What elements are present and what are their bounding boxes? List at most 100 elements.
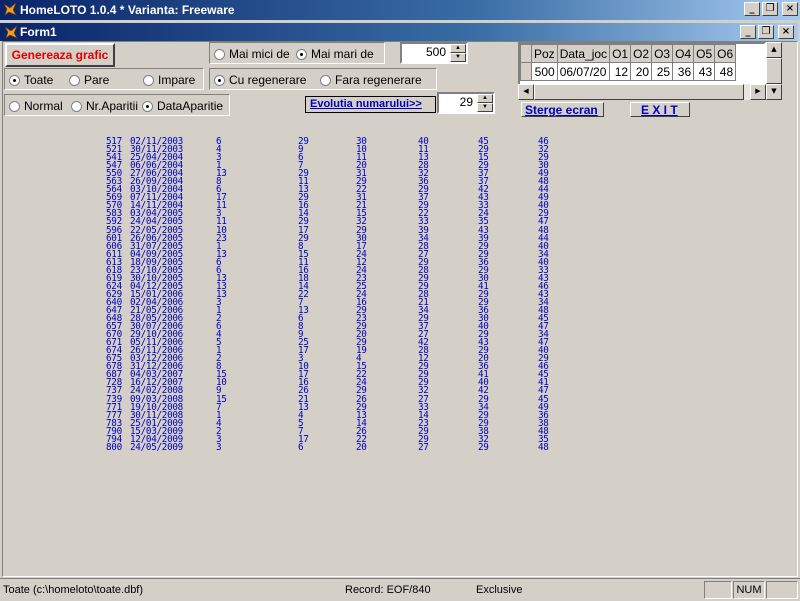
status-cap-indicator (704, 581, 732, 599)
grid-cell[interactable]: 48 (714, 62, 737, 81)
radio-count-dot[interactable] (71, 100, 82, 112)
compare-value[interactable]: 500 (426, 45, 446, 59)
number-value[interactable]: 29 (460, 95, 473, 109)
form-logo-icon (4, 25, 18, 39)
grid-horizontal-scrollbar[interactable]: ◀ ▶ (518, 84, 766, 100)
radio-normal[interactable]: Normal (9, 99, 63, 113)
draw-number: 800 (106, 441, 122, 453)
number-spinner[interactable]: 29 ▲ ▼ (437, 92, 495, 114)
radio-even-dot[interactable] (69, 74, 80, 86)
radio-less-label: Mai mici de (229, 47, 290, 61)
grid-col-o4[interactable]: O4 (672, 44, 695, 63)
grid-col-date[interactable]: Data_joc (556, 44, 611, 63)
evolution-button-label: Evolutia numarului>> (310, 98, 422, 110)
generate-chart-button[interactable]: Genereaza grafic (5, 43, 115, 67)
draws-grid-table: Poz Data_joc O1 O2 O3 O4 O5 O6 500 06/07… (520, 44, 737, 81)
radio-without-regen[interactable]: Fara regenerare (320, 73, 422, 87)
app-logo-icon (3, 2, 17, 16)
draw-ball-3: 20 (356, 441, 367, 453)
status-num-indicator: NUM (733, 581, 765, 599)
form-title: Form1 (20, 25, 57, 39)
app-title: HomeLOTO 1.0.4 * Varianta: Freeware (20, 3, 235, 17)
minimize-button[interactable]: _ (744, 2, 760, 16)
radio-odd[interactable]: Impare (143, 73, 195, 87)
scroll-right-icon[interactable]: ▶ (750, 84, 766, 100)
radio-all[interactable]: Toate (9, 73, 53, 87)
exit-label: E X I T (641, 103, 678, 117)
grid-cell[interactable]: 06/07/20 (556, 62, 611, 81)
draw-ball-4: 27 (418, 441, 429, 453)
radio-greater-dot[interactable] (296, 48, 307, 60)
grid-cell[interactable]: 25 (651, 62, 674, 81)
grid-col-o1[interactable]: O1 (609, 44, 632, 63)
grid-vertical-scrollbar[interactable]: ▲ ▼ (766, 42, 782, 100)
form-close-button[interactable]: × (778, 25, 794, 39)
compare-value-spinner[interactable]: 500 ▲ ▼ (400, 42, 468, 64)
regen-radio-group: Cu regenerare Fara regenerare (209, 68, 437, 90)
spin-down-icon[interactable]: ▼ (450, 53, 466, 62)
draw-ball-1: 3 (216, 441, 222, 453)
radio-even[interactable]: Pare (69, 73, 109, 87)
scroll-up-icon[interactable]: ▲ (766, 42, 782, 58)
grid-cell[interactable]: 500 (531, 62, 558, 81)
close-button[interactable]: × (782, 2, 798, 16)
exit-button[interactable]: E X I T (630, 102, 690, 117)
radio-count-label: Nr.Aparitii (86, 99, 139, 113)
radio-without-regen-dot[interactable] (320, 74, 331, 86)
radio-count[interactable]: Nr.Aparitii (71, 99, 138, 113)
grid-row-indicator[interactable] (520, 62, 532, 81)
form-minimize-button[interactable]: _ (740, 25, 756, 39)
form-restore-button[interactable]: ❐ (758, 25, 774, 39)
radio-date-dot[interactable] (142, 100, 153, 112)
spin-up-icon[interactable]: ▲ (450, 44, 466, 53)
grid-cell[interactable]: 36 (672, 62, 695, 81)
draw-ball-5: 29 (478, 441, 489, 453)
radio-all-dot[interactable] (9, 74, 20, 86)
radio-less-dot[interactable] (214, 48, 225, 60)
radio-date[interactable]: DataAparitie (142, 99, 223, 113)
status-bar: Toate (c:\homeloto\toate.dbf) Record: EO… (0, 578, 800, 601)
grid-col-o3[interactable]: O3 (651, 44, 674, 63)
radio-even-label: Pare (84, 73, 110, 87)
radio-without-regen-label: Fara regenerare (335, 73, 422, 87)
clear-screen-label: Sterge ecran (525, 103, 598, 117)
draw-date: 24/05/2009 (130, 441, 183, 453)
grid-cell[interactable]: 43 (693, 62, 716, 81)
radio-odd-dot[interactable] (143, 74, 154, 86)
evolution-button[interactable]: Evolutia numarului>> (305, 96, 436, 113)
radio-greater[interactable]: Mai mari de (296, 47, 374, 61)
form-title-bar[interactable]: Form1 _ ❐ × (0, 23, 798, 41)
restore-button[interactable]: ❐ (762, 2, 778, 16)
grid-cell[interactable]: 12 (609, 62, 632, 81)
radio-with-regen-dot[interactable] (214, 74, 225, 86)
hscroll-thumb[interactable] (534, 84, 744, 100)
grid-col-o2[interactable]: O2 (630, 44, 653, 63)
grid-row[interactable]: 500 06/07/20 12 20 25 36 43 48 (520, 62, 737, 81)
clear-screen-button[interactable]: Sterge ecran (521, 102, 604, 117)
scroll-left-icon[interactable]: ◀ (518, 84, 534, 100)
grid-col-o5[interactable]: O5 (693, 44, 716, 63)
radio-normal-label: Normal (24, 99, 63, 113)
mode-radio-group: Normal Nr.Aparitii DataAparitie (4, 94, 230, 116)
status-record: Record: EOF/840 (345, 584, 431, 596)
radio-odd-label: Impare (158, 73, 196, 87)
draw-ball-6: 48 (538, 441, 549, 453)
number-spin-up-icon[interactable]: ▲ (477, 94, 493, 103)
app-title-bar[interactable]: HomeLOTO 1.0.4 * Varianta: Freeware _ ❐ … (0, 0, 800, 20)
radio-with-regen-label: Cu regenerare (229, 73, 307, 87)
radio-greater-label: Mai mari de (311, 47, 374, 61)
number-spin-down-icon[interactable]: ▼ (477, 103, 493, 112)
radio-less[interactable]: Mai mici de (214, 47, 290, 61)
grid-col-poz[interactable]: Poz (531, 44, 558, 63)
radio-with-regen[interactable]: Cu regenerare (214, 73, 306, 87)
scroll-thumb[interactable] (766, 58, 782, 84)
grid-col-o6[interactable]: O6 (714, 44, 737, 63)
draw-ball-2: 6 (298, 441, 304, 453)
radio-normal-dot[interactable] (9, 100, 20, 112)
grid-cell[interactable]: 20 (630, 62, 653, 81)
radio-date-label: DataAparitie (157, 99, 224, 113)
status-file: Toate (c:\homeloto\toate.dbf) (3, 584, 144, 596)
scroll-down-icon[interactable]: ▼ (766, 84, 782, 100)
filter-radio-group: Toate Pare Impare (4, 68, 204, 90)
status-scroll-indicator (766, 581, 798, 599)
